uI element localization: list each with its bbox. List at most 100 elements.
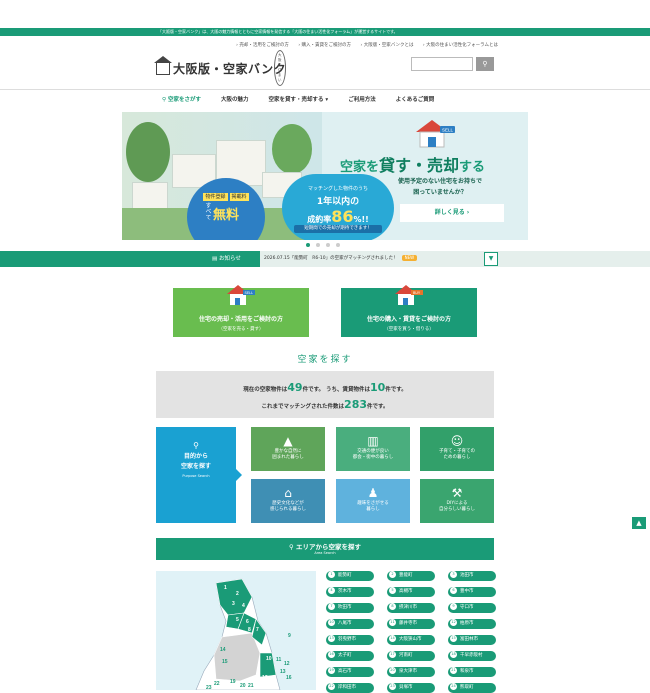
map-label: 3 <box>232 601 235 607</box>
family-icon: ♟ <box>367 486 379 500</box>
city-button[interactable]: 4 茨木市 <box>326 587 374 597</box>
nav-item-attractions[interactable]: 大阪の魅力 <box>221 90 249 110</box>
osaka-map[interactable]: 1 2 3 4 5 6 7 8 9 10 11 12 13 14 15 16 1… <box>156 571 316 690</box>
search-icon: ⚲ <box>288 543 297 551</box>
search-icon: ⚲ <box>482 61 488 68</box>
carousel-dots <box>306 243 346 247</box>
map-label: 8 <box>248 627 251 633</box>
sell-house-icon: SELL <box>416 120 455 148</box>
buy-tag: BUY <box>413 291 421 295</box>
nav-item-search[interactable]: ⚲ 空家をさがす <box>162 90 201 110</box>
city-button[interactable]: 18 千早赤阪村 <box>448 651 496 661</box>
map-label: 11 <box>276 657 282 663</box>
utility-link-buy[interactable]: › 購入・賃貸をご検討の方 <box>298 43 351 48</box>
city-button[interactable]: 22 岸和田市 <box>326 683 374 693</box>
city-button[interactable]: 13 羽曳野市 <box>326 635 374 645</box>
city-button[interactable]: 21 和泉市 <box>448 667 496 677</box>
map-label: 2 <box>236 591 239 597</box>
city-button[interactable]: 1 能勢町 <box>326 571 374 581</box>
city-button[interactable]: 3 池田市 <box>448 571 496 581</box>
new-badge: NEW <box>401 255 418 261</box>
search-button[interactable]: ⚲ <box>476 57 494 71</box>
buy-house-icon: BUY <box>395 285 423 305</box>
map-label: 23 <box>206 685 212 690</box>
osaka-map-shape: 1 2 3 4 5 6 7 8 9 10 11 12 13 14 15 16 1… <box>195 578 292 690</box>
utility-link-forum[interactable]: › 大阪の住まい活性化フォーラムとは <box>423 43 498 48</box>
chevron-up-icon: ▲ <box>636 519 642 527</box>
house-icon <box>154 55 172 75</box>
purpose-tile-hobby[interactable]: ♟ 趣味をさがせる 暮らし <box>336 479 410 523</box>
map-label: 21 <box>248 683 254 689</box>
map-label: 13 <box>280 669 286 675</box>
map-label: 17 <box>262 675 268 681</box>
utility-link-about[interactable]: › 大阪版・空家バンクとは <box>360 43 413 48</box>
news-label: ▤ お知らせ <box>0 251 260 267</box>
nav-item-faq[interactable]: よくあるご質問 <box>396 90 435 110</box>
carousel-dot[interactable] <box>306 243 310 247</box>
city-button[interactable]: 14 大阪狭山市 <box>387 635 435 645</box>
purpose-tile-nature[interactable]: ▲ 豊かな自然に 囲まれた暮らし <box>251 427 325 471</box>
hero-subtext: 使用予定のない住宅をお持ちで 困っていませんか？ <box>398 178 483 196</box>
carousel-dot[interactable] <box>316 243 320 247</box>
city-button[interactable]: 11 藤井寺市 <box>387 619 435 629</box>
news-item[interactable]: 2026.07.15「能勢町 R6-10」の空家がマッチングされました！ NEW <box>264 251 418 267</box>
chevron-down-icon: ▾ <box>325 97 329 103</box>
utility-link-sell[interactable]: › 売却・活用をご検討の方 <box>236 43 289 48</box>
map-label: 18 <box>270 679 276 685</box>
map-label: 10 <box>266 656 272 662</box>
city-button[interactable]: 16 太子町 <box>326 651 374 661</box>
nav-item-howto[interactable]: ご利用方法 <box>348 90 376 110</box>
site-logo[interactable]: 大阪版・空家バンク 大阪の住まい <box>154 50 287 86</box>
news-bar: ▤ お知らせ 2026.07.15「能勢町 R6-10」の空家がマッチングされま… <box>0 251 650 267</box>
city-button[interactable]: 2 豊能町 <box>387 571 435 581</box>
site-search: ⚲ <box>411 57 494 71</box>
city-button[interactable]: 12 柏原市 <box>448 619 496 629</box>
map-label: 22 <box>214 681 220 687</box>
purpose-tile-history[interactable]: ⌂ 歴史文化などが 感じられる暮らし <box>251 479 325 523</box>
news-expand-button[interactable]: ▼ <box>484 252 498 266</box>
logo-text: 大阪版・空家バンク <box>173 62 287 76</box>
city-button[interactable]: 20 泉大津市 <box>387 667 435 677</box>
city-button[interactable]: 7 吹田市 <box>326 603 374 613</box>
sell-house-icon: SELL <box>227 285 255 305</box>
city-button[interactable]: 15 富田林市 <box>448 635 496 645</box>
tree-icon: ▲ <box>283 434 293 448</box>
top-notice-bar: 「大阪版・空家バンク」は、大阪の魅力情報とともに空家情報を発信する「大阪の住まい… <box>0 28 650 36</box>
map-label: 5 <box>236 617 239 623</box>
city-button[interactable]: 23 貝塚市 <box>387 683 435 693</box>
carousel-dot[interactable] <box>336 243 340 247</box>
map-label: 9 <box>288 633 291 639</box>
list-icon: ▤ <box>212 256 219 262</box>
nav-item-sell[interactable]: 空家を貸す・売却する ▾ <box>268 90 328 110</box>
matched-count: 283 <box>344 398 368 411</box>
purpose-tile-childcare[interactable]: ☺ 子育て・子育ての ための暮らし <box>420 427 494 471</box>
city-button[interactable]: 6 豊中市 <box>448 587 496 597</box>
section-title: 空家を探す <box>297 355 353 365</box>
child-icon: ☺ <box>450 434 464 448</box>
purpose-tile-diy[interactable]: ⚒ DIYによる 自分らしい暮らし <box>420 479 494 523</box>
city-button[interactable]: 17 河南町 <box>387 651 435 661</box>
hero-more-button[interactable]: 詳しく見る › <box>400 204 504 222</box>
hero-banner[interactable]: SELL 空家を貸す・売却する 使用予定のない住宅をお持ちで 困っていませんか？… <box>122 112 528 240</box>
city-button[interactable]: 19 高石市 <box>326 667 374 677</box>
sell-cta-button[interactable]: SELL 住宅の売却・活用をご検討の方 （空家を売る・貸す） <box>173 285 309 337</box>
hero-heading: 空家を貸す・売却する <box>340 156 486 175</box>
purpose-tile-city[interactable]: ▥ 交通の便が良い 都会・街中の暮らし <box>336 427 410 471</box>
city-button[interactable]: 24 熊取町 <box>448 683 496 693</box>
city-button[interactable]: 5 高槻市 <box>387 587 435 597</box>
search-icon: ⚲ <box>193 441 199 450</box>
map-label: 16 <box>286 675 292 681</box>
city-button[interactable]: 8 摂津川市 <box>387 603 435 613</box>
tree-illustration <box>126 122 170 182</box>
free-badge: 物件登録 掲載料 すべて 無料 <box>187 178 265 240</box>
city-button[interactable]: 10 八尾市 <box>326 619 374 629</box>
search-input[interactable] <box>411 57 473 71</box>
buy-cta-button[interactable]: BUY 住宅の購入・賃貸をご検討の方 （空家を買う・借りる） <box>341 285 477 337</box>
map-label: 19 <box>230 679 236 685</box>
logo-badge: 大阪の住まい <box>274 50 287 86</box>
map-label: 15 <box>222 659 228 665</box>
city-button[interactable]: 9 守口市 <box>448 603 496 613</box>
page-top-button[interactable]: ▲ <box>632 517 646 529</box>
building-icon: ▥ <box>367 434 379 448</box>
carousel-dot[interactable] <box>326 243 330 247</box>
